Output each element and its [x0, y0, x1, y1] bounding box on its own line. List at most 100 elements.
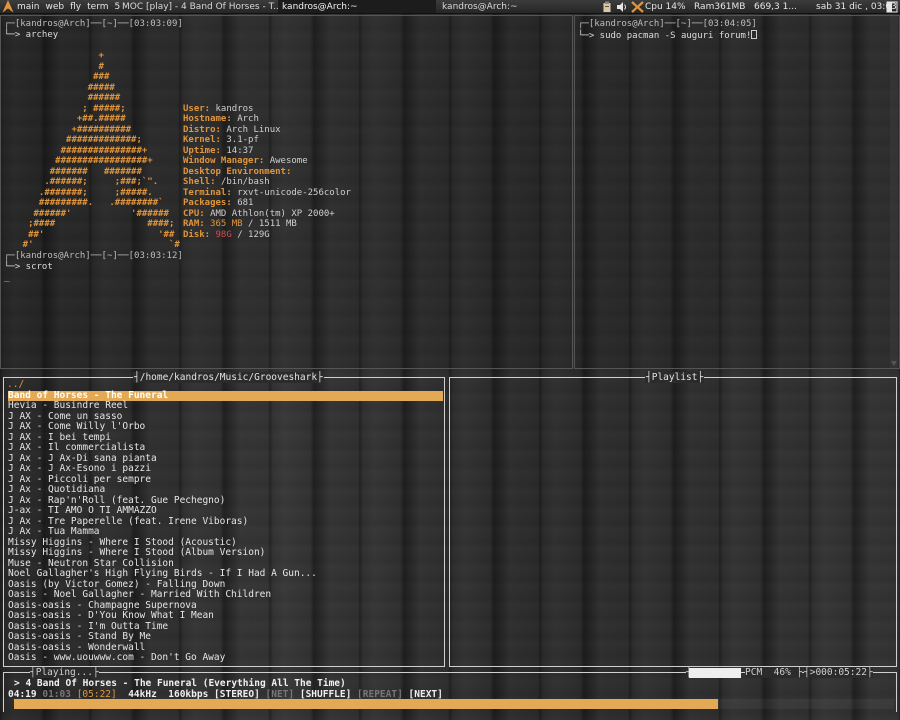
command-line: └─> scrot [4, 262, 53, 272]
info-row: Hostname: Arch [183, 114, 259, 125]
ascii-line: +########## [1, 124, 132, 135]
info-row: Uptime: 14:37 [183, 146, 253, 157]
play-state: ┤Playing...├ [30, 667, 99, 678]
task-label: MOC [play] - 4 Band Of Horses - T... [122, 2, 280, 12]
track-item[interactable]: Oasis - Noel Gallagher - Married With Ch… [8, 589, 443, 601]
track-item[interactable]: J Ax - Quotidiana [8, 484, 443, 496]
terminal-pacman[interactable]: ┌─[kandros@Arch]──[~]──[03:04:05] └─> su… [574, 15, 900, 369]
prompt-line: ┌─[kandros@Arch]──[~]──[03:03:09] [4, 19, 183, 29]
task-terminal-active[interactable]: kandros@Arch:~ [278, 0, 436, 13]
cpu-warning-icon [631, 1, 644, 13]
track-item[interactable]: J-ax - TI AMO O TI AMMAZZO [8, 505, 443, 517]
info-value: Arch Linux [226, 124, 281, 135]
info-key: Disk: [183, 229, 216, 240]
track-item[interactable]: Oasis-oasis - D'You Know What I Mean [8, 610, 443, 622]
playlist-title: ┤Playlist├ [645, 372, 705, 383]
track-item[interactable]: J AX - Come Willy l'Orbo [8, 421, 443, 433]
info-key: Kernel: [183, 135, 227, 145]
info-key: User: [183, 103, 216, 114]
info-key: RAM: [183, 219, 211, 229]
info-row: Desktop Environment: [183, 167, 297, 178]
prompt-line: ┌─[kandros@Arch]──[~]──[03:03:12] [4, 251, 183, 261]
track-item[interactable]: Hevia - Busindre Reel [8, 400, 443, 412]
prompt-line: ┌─[kandros@Arch]──[~]──[03:04:05] [578, 19, 757, 29]
now-playing: > 4 Band Of Horses - The Funeral (Everyt… [14, 678, 346, 689]
top-panel: main web fly term 5 MOC [play] - 4 Band Of H… [0, 0, 900, 14]
info-row: Disk: 98G / 129G [183, 230, 270, 241]
info-value: kandros [215, 103, 254, 114]
layout-icon[interactable] [886, 1, 898, 13]
info-value: 3.1-pf [226, 135, 259, 145]
clipboard-icon[interactable] [602, 1, 612, 13]
info-key: Terminal: [183, 187, 238, 198]
cpu-usage: Cpu 14% [645, 2, 686, 12]
task-label: kandros@Arch:~ [282, 2, 358, 12]
progress-bar[interactable] [14, 699, 894, 709]
info-key: CPU: [183, 208, 211, 219]
info-value: 14:37 [226, 145, 254, 156]
volume-bar[interactable] [689, 668, 741, 678]
playlist-panel: ┤Playlist├ [449, 372, 897, 667]
ascii-line: .#######; ;#####. [1, 187, 153, 198]
moc-player[interactable]: ┤/home/kandros/Music/Grooveshark├ ../Ban… [0, 370, 900, 720]
info-key: Window Manager: [183, 156, 270, 166]
command-text: └─> sudo pacman -S auguri forum! [578, 31, 752, 41]
tag-main[interactable]: main [17, 1, 40, 13]
info-value: rxvt-unicode-256color [237, 187, 351, 198]
ascii-line: ####### ####### [1, 166, 142, 177]
info-row: Distro: Arch Linux [183, 125, 281, 136]
ascii-line: ;#### ####; [1, 219, 175, 229]
volume-label: PCM 46% ├ [745, 667, 803, 678]
volume-icon[interactable] [616, 1, 628, 13]
clock[interactable]: sab 31 dic , 03:03 [816, 1, 897, 13]
info-value: 98G / 129G [215, 229, 270, 240]
info-value: 365 MB / 1511 MB [210, 219, 297, 229]
ascii-line: +##.##### [1, 114, 126, 124]
ascii-line: ######' '###### [1, 208, 169, 219]
ascii-line: # [1, 61, 104, 72]
terminal-archey[interactable]: ┌─[kandros@Arch]──[~]──[03:03:09] └─> ar… [0, 15, 573, 369]
track-item[interactable]: J AX - Il commercialista [8, 442, 443, 454]
track-item[interactable]: Oasis - www.uouwww.com - Don't Go Away [8, 652, 443, 664]
tag-fly[interactable]: fly [70, 1, 81, 13]
info-key: Uptime: [183, 145, 227, 156]
task-moc[interactable]: MOC [play] - 4 Band Of Horses - T... [118, 0, 280, 13]
scroll-down-icon[interactable] [891, 361, 897, 366]
terminal-cursor [751, 30, 758, 39]
tag-term[interactable]: term [87, 1, 108, 13]
track-item[interactable]: Noel Gallagher's High Flying Birds - If … [8, 568, 443, 580]
info-row: Window Manager: Awesome [183, 156, 308, 167]
ascii-line: + [1, 51, 104, 61]
ascii-line: .######; ;###;`". [1, 177, 159, 187]
ascii-line: #' `# [1, 240, 180, 250]
info-key: Desktop Environment: [183, 166, 297, 177]
ram-usage: Ram361MB [694, 2, 746, 12]
ascii-line: ###### [1, 93, 121, 103]
info-value: Arch [237, 114, 259, 124]
info-key: Distro: [183, 124, 227, 135]
ascii-line: #################+ [1, 156, 153, 166]
ascii-line: ##' '## [1, 229, 175, 240]
tag-web[interactable]: web [46, 1, 65, 13]
command-line: └─> archey [4, 30, 59, 40]
mixer-name: PCM [745, 667, 763, 678]
track-item[interactable]: Missy Higgins - Where I Stood (Album Ver… [8, 547, 443, 559]
track-item[interactable]: J Ax - Tua Mamma [8, 526, 443, 538]
ascii-line: ; #####; [1, 103, 126, 114]
info-row: Packages: 681 [183, 198, 253, 209]
info-row: CPU: AMD Athlon(tm) XP 2000+ [183, 209, 335, 220]
info-row: User: kandros [183, 104, 253, 115]
info-key: Packages: [183, 198, 238, 208]
total-time: ┤>000:05:22├ [804, 667, 873, 678]
tag-list: main web fly term 5 [17, 1, 126, 13]
arch-logo-icon[interactable] [2, 0, 14, 13]
ascii-line: #############; [1, 135, 142, 145]
task-terminal[interactable]: kandros@Arch:~ [438, 0, 596, 13]
track-item[interactable]: Oasis-oasis - Stand By Me [8, 631, 443, 643]
command-line: └─> sudo pacman -S auguri forum! [578, 30, 758, 42]
scrollbar[interactable] [890, 16, 898, 368]
parent-dir-item[interactable]: ../ [7, 379, 442, 391]
progress-fill [14, 699, 718, 709]
track-item[interactable]: J Ax - J Ax-Esono i pazzi [8, 463, 443, 475]
info-value: Awesome [269, 156, 308, 166]
